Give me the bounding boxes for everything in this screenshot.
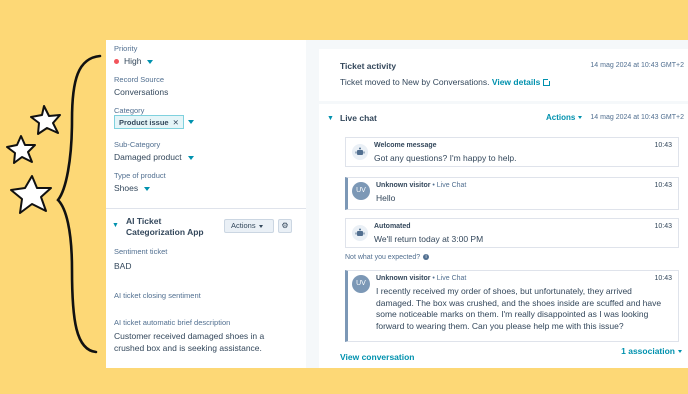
category-chevron-down-icon[interactable] xyxy=(188,120,194,124)
view-conversation-link[interactable]: View conversation xyxy=(340,352,414,362)
ticket-activity-title: Ticket activity xyxy=(340,61,397,71)
chat-message: UV Unknown visitor • Live Chat 10:43 I r… xyxy=(345,270,679,342)
ticket-activity-card: Ticket activity 14 mag 2024 at 10:43 GMT… xyxy=(319,49,688,101)
panel-divider xyxy=(306,40,319,368)
bot-icon xyxy=(352,144,368,160)
chat-actions-label: Actions xyxy=(546,113,576,122)
ai-actions-button[interactable]: Actions xyxy=(224,219,274,233)
sentiment-label: Sentiment ticket xyxy=(114,247,168,256)
avatar: UV xyxy=(352,182,370,200)
subcategory-dropdown[interactable]: Damaged product xyxy=(114,152,194,162)
category-tag-label: Product issue xyxy=(119,118,169,127)
ai-section-title: AI Ticket Categorization App xyxy=(126,216,204,237)
remove-tag-icon[interactable]: ✕ xyxy=(173,118,179,127)
live-chat-title: Live chat xyxy=(340,113,377,123)
live-chat-timestamp: 14 mag 2024 at 10:43 GMT+2 xyxy=(590,114,684,121)
sentiment-value: BAD xyxy=(114,261,132,271)
associations-label: 1 association xyxy=(621,346,675,356)
product-type-dropdown[interactable]: Shoes xyxy=(114,183,151,193)
message-time: 10:43 xyxy=(654,182,672,189)
message-time: 10:43 xyxy=(654,275,672,282)
category-label: Category xyxy=(114,106,145,115)
chevron-down-icon xyxy=(258,224,263,228)
closing-sentiment-label: AI ticket closing sentiment xyxy=(114,291,201,300)
category-tag[interactable]: Product issue ✕ xyxy=(114,115,184,129)
message-text: Got any questions? I'm happy to help. xyxy=(374,153,517,163)
message-sender: Unknown visitor • Live Chat xyxy=(376,275,466,282)
chevron-down-icon xyxy=(678,350,682,354)
feedback-text: Not what you expected? xyxy=(345,254,421,261)
bot-icon xyxy=(352,225,368,241)
section-divider xyxy=(106,208,306,209)
collapse-chevron-icon[interactable]: ▼ xyxy=(112,222,119,229)
sender-name: Unknown visitor xyxy=(376,275,431,282)
chat-message: Automated 10:43 We'll return today at 3:… xyxy=(345,218,679,248)
chevron-down-icon xyxy=(147,59,154,64)
chat-message: UV Unknown visitor • Live Chat 10:43 Hel… xyxy=(345,177,679,210)
ticket-properties-panel: Priority High Record Source Conversation… xyxy=(106,40,306,368)
collapse-chevron-icon[interactable]: ▼ xyxy=(327,115,334,122)
message-text: We'll return today at 3:00 PM xyxy=(374,234,484,244)
subcategory-label: Sub-Category xyxy=(114,140,161,149)
info-icon[interactable]: i xyxy=(423,254,430,261)
view-details-link[interactable]: View details xyxy=(492,77,541,87)
chat-actions-button[interactable]: Actions xyxy=(546,113,583,122)
message-sender: Unknown visitor • Live Chat xyxy=(376,182,466,189)
chat-message: Welcome message 10:43 Got any questions?… xyxy=(345,137,679,167)
message-time: 10:43 xyxy=(654,223,672,230)
ticket-activity-text: Ticket moved to New by Conversations. Vi… xyxy=(340,77,552,87)
external-link-icon[interactable] xyxy=(543,78,552,87)
record-source-label: Record Source xyxy=(114,75,165,84)
ai-actions-label: Actions xyxy=(231,221,256,230)
product-type-value: Shoes xyxy=(114,183,139,193)
chevron-down-icon xyxy=(578,116,583,120)
message-time: 10:43 xyxy=(654,142,672,149)
priority-dot-icon xyxy=(114,59,119,65)
sender-channel: • Live Chat xyxy=(432,275,467,282)
priority-label: Priority xyxy=(114,44,138,53)
product-type-label: Type of product xyxy=(114,171,166,180)
priority-value: High xyxy=(124,56,142,66)
chevron-down-icon xyxy=(144,186,151,191)
message-sender: Welcome message xyxy=(374,142,437,149)
chevron-down-icon xyxy=(187,155,194,160)
star-doodle-decoration xyxy=(6,54,102,354)
subcategory-value: Damaged product xyxy=(114,152,182,162)
sender-name: Unknown visitor xyxy=(376,182,431,189)
live-chat-card: ▼ Live chat Actions 14 mag 2024 at 10:43… xyxy=(319,104,688,368)
record-source-value: Conversations xyxy=(114,87,169,97)
gear-icon[interactable]: ⚙ xyxy=(278,219,292,233)
message-sender: Automated xyxy=(374,223,411,230)
feedback-prompt[interactable]: Not what you expected? i xyxy=(345,254,430,261)
activity-description: Ticket moved to New by Conversations. xyxy=(340,77,490,87)
avatar: UV xyxy=(352,275,370,293)
sender-channel: • Live Chat xyxy=(432,182,467,189)
associations-dropdown[interactable]: 1 association xyxy=(621,346,682,356)
brief-label: AI ticket automatic brief description xyxy=(114,318,231,327)
brief-value: Customer received damaged shoes in a cru… xyxy=(114,331,265,353)
message-text: Hello xyxy=(376,193,396,203)
ticket-activity-timestamp: 14 mag 2024 at 10:43 GMT+2 xyxy=(590,62,684,69)
priority-dropdown[interactable]: High xyxy=(114,56,154,66)
message-text: I recently received my order of shoes, b… xyxy=(376,286,662,331)
activity-timeline: Ticket activity 14 mag 2024 at 10:43 GMT… xyxy=(319,40,688,368)
